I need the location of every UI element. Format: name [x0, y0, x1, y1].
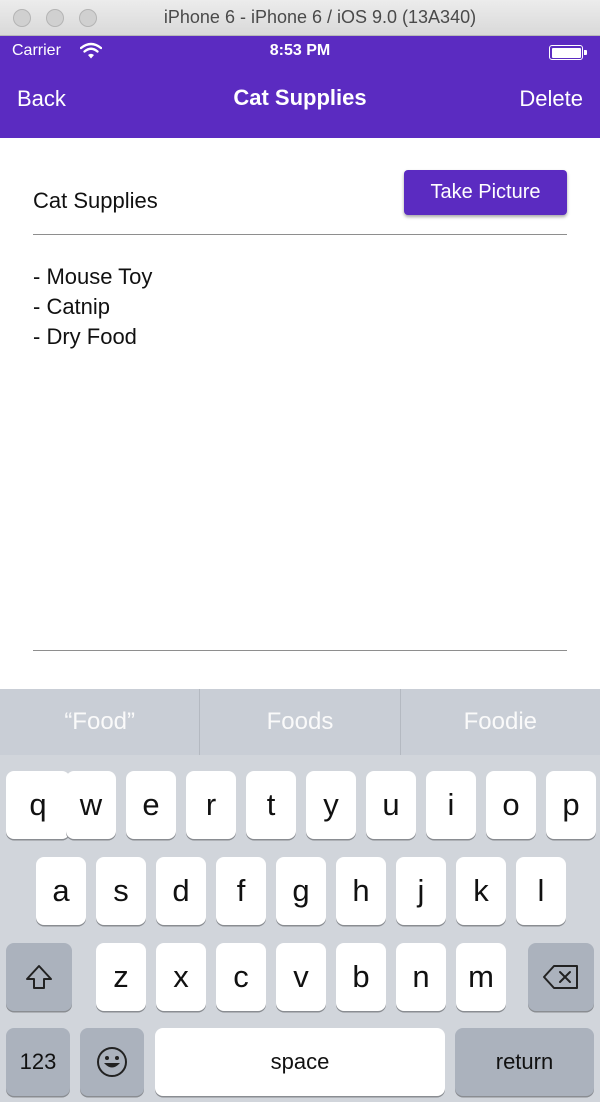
key-p[interactable]: p	[546, 771, 596, 839]
key-y[interactable]: y	[306, 771, 356, 839]
note-line: - Mouse Toy	[33, 264, 153, 289]
key-o[interactable]: o	[486, 771, 536, 839]
note-body-textarea[interactable]: - Mouse Toy - Catnip - Dry Food	[33, 262, 567, 352]
body-divider	[33, 650, 567, 651]
key-c[interactable]: c	[216, 943, 266, 1011]
key-x[interactable]: x	[156, 943, 206, 1011]
shift-icon	[26, 965, 52, 989]
space-key[interactable]: space	[155, 1028, 445, 1096]
return-key[interactable]: return	[455, 1028, 594, 1096]
suggestion-bar: “Food” Foods Foodie	[0, 689, 600, 755]
title-divider	[33, 234, 567, 235]
note-title-field[interactable]: Cat Supplies	[33, 188, 158, 214]
key-f[interactable]: f	[216, 857, 266, 925]
key-k[interactable]: k	[456, 857, 506, 925]
simulator-titlebar: iPhone 6 - iPhone 6 / iOS 9.0 (13A340)	[0, 0, 600, 36]
suggestion-item[interactable]: “Food”	[0, 689, 201, 755]
key-j[interactable]: j	[396, 857, 446, 925]
key-w[interactable]: w	[66, 771, 116, 839]
key-b[interactable]: b	[336, 943, 386, 1011]
key-v[interactable]: v	[276, 943, 326, 1011]
key-m[interactable]: m	[456, 943, 506, 1011]
emoji-icon	[97, 1047, 127, 1077]
key-u[interactable]: u	[366, 771, 416, 839]
suggestion-item[interactable]: Foods	[200, 689, 401, 755]
key-r[interactable]: r	[186, 771, 236, 839]
key-z[interactable]: z	[96, 943, 146, 1011]
backspace-key[interactable]	[528, 943, 594, 1011]
key-t[interactable]: t	[246, 771, 296, 839]
navigation-bar: Carrier 8:53 PM Back Cat Supplies Delete	[0, 36, 600, 138]
key-d[interactable]: d	[156, 857, 206, 925]
key-a[interactable]: a	[36, 857, 86, 925]
numbers-key[interactable]: 123	[6, 1028, 70, 1096]
shift-key[interactable]	[6, 943, 72, 1011]
take-picture-button[interactable]: Take Picture	[404, 170, 567, 215]
key-h[interactable]: h	[336, 857, 386, 925]
key-i[interactable]: i	[426, 771, 476, 839]
note-line: - Dry Food	[33, 324, 137, 349]
key-n[interactable]: n	[396, 943, 446, 1011]
battery-icon	[549, 45, 587, 60]
suggestion-item[interactable]: Foodie	[401, 689, 600, 755]
key-l[interactable]: l	[516, 857, 566, 925]
key-q[interactable]: q	[6, 771, 70, 839]
backspace-icon	[543, 965, 578, 989]
status-time: 8:53 PM	[269, 42, 331, 59]
note-editor: Cat Supplies Take Picture - Mouse Toy - …	[0, 138, 600, 689]
keyboard: “Food” Foods Foodie q w e r t y u i o p …	[0, 689, 600, 1102]
status-bar: Carrier 8:53 PM	[0, 36, 600, 68]
window-title: iPhone 6 - iPhone 6 / iOS 9.0 (13A340)	[163, 7, 477, 27]
page-title: Cat Supplies	[233, 85, 367, 110]
key-s[interactable]: s	[96, 857, 146, 925]
delete-button[interactable]: Delete	[519, 86, 583, 112]
emoji-key[interactable]	[80, 1028, 144, 1096]
key-g[interactable]: g	[276, 857, 326, 925]
key-e[interactable]: e	[126, 771, 176, 839]
note-line: - Catnip	[33, 294, 111, 319]
